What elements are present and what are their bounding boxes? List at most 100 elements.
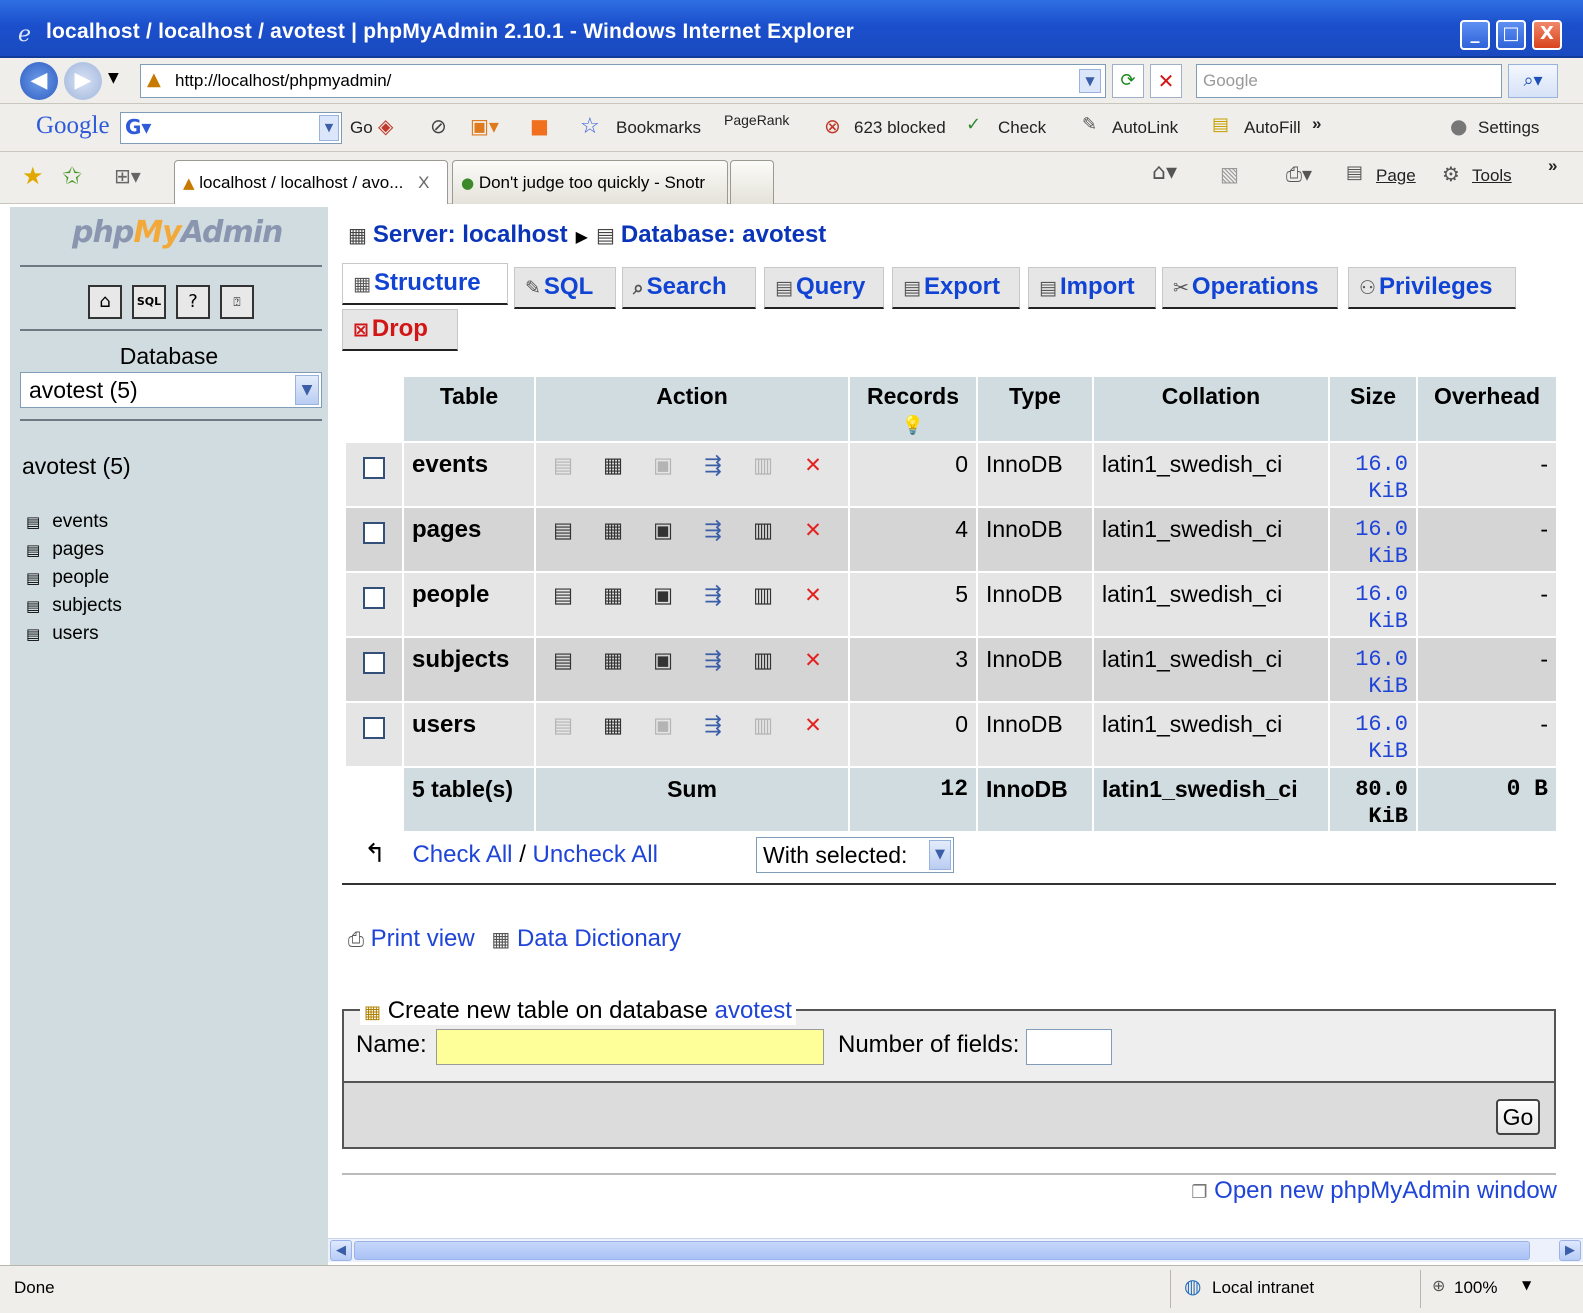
sidebar-item-people[interactable]: ▤ people [26, 567, 109, 589]
forward-button[interactable]: ▶ [64, 62, 102, 100]
popup-icon[interactable]: ▣▾ [470, 114, 499, 138]
minimize-button[interactable]: _ [1460, 20, 1490, 50]
new-tab-button[interactable] [730, 160, 774, 204]
empty-icon[interactable]: ▥ [743, 648, 783, 672]
horizontal-scrollbar[interactable]: ◀ ▶ [328, 1238, 1583, 1262]
row-checkbox[interactable] [363, 587, 385, 609]
blogger-icon[interactable]: ■ [530, 114, 549, 138]
size-link[interactable]: 16.0 KiB [1330, 443, 1416, 506]
table-name-link[interactable]: people [404, 573, 534, 636]
stop-icon[interactable]: ✕ [1150, 64, 1182, 98]
row-checkbox[interactable] [363, 457, 385, 479]
pagerank-label[interactable]: PageRank [724, 112, 789, 128]
structure-icon[interactable]: ▦ [593, 583, 633, 607]
breadcrumb-database[interactable]: Database: avotest [621, 221, 826, 248]
scroll-right-icon[interactable]: ▶ [1559, 1240, 1581, 1261]
drop-icon[interactable]: ✕ [793, 648, 833, 672]
zoom-level[interactable]: 100% [1454, 1278, 1497, 1298]
refresh-icon[interactable]: ⟳ [1112, 64, 1144, 98]
number-of-fields-input[interactable] [1026, 1029, 1112, 1065]
table-icon[interactable]: ▤ [26, 513, 40, 531]
maximize-button[interactable]: □ [1496, 20, 1526, 50]
structure-icon[interactable]: ▦ [593, 648, 633, 672]
with-selected-select[interactable]: With selected: ▼ [756, 837, 954, 873]
browse-icon[interactable]: ▤ [543, 453, 583, 477]
browser-tab-pma[interactable]: ▲ localhost / localhost / avo... X [174, 160, 448, 204]
news-icon[interactable]: ◈ [378, 114, 393, 138]
sql-docs-icon[interactable]: ⍰ [220, 285, 254, 319]
row-checkbox[interactable] [363, 652, 385, 674]
tab-operations[interactable]: ✂ Operations [1162, 267, 1338, 309]
docs-icon[interactable]: ? [176, 285, 210, 319]
quick-tabs-icon[interactable]: ⊞▾ [114, 164, 141, 188]
database-heading[interactable]: avotest (5) [22, 453, 131, 480]
table-icon[interactable]: ▤ [26, 625, 40, 643]
browse-icon[interactable]: ▤ [543, 713, 583, 737]
structure-icon[interactable]: ▦ [593, 453, 633, 477]
sidebar-item-subjects[interactable]: ▤ subjects [26, 595, 122, 617]
tab-structure[interactable]: ▦ Structure [342, 263, 508, 305]
table-icon[interactable]: ▤ [26, 541, 40, 559]
sidebar-item-events[interactable]: ▤ events [26, 511, 108, 533]
row-checkbox[interactable] [363, 522, 385, 544]
open-new-window-link[interactable]: Open new phpMyAdmin window [1214, 1177, 1557, 1204]
insert-icon[interactable]: ⇶ [693, 713, 733, 737]
table-name-input[interactable] [436, 1029, 824, 1065]
scrollbar-thumb[interactable] [354, 1241, 1530, 1260]
sidebar-item-label[interactable]: pages [52, 539, 104, 560]
tab-export[interactable]: ▤ Export [892, 267, 1020, 309]
address-field[interactable]: ▲ http://localhost/phpmyadmin/ ▼ [140, 64, 1106, 98]
home-icon[interactable]: ⌂▾ [1152, 160, 1177, 185]
compass-icon[interactable]: ⊘ [430, 114, 447, 138]
history-dropdown-icon[interactable]: ▼ [108, 70, 119, 86]
sidebar-item-label[interactable]: subjects [52, 595, 122, 616]
create-table-db-link[interactable]: avotest [715, 997, 792, 1024]
print-view-link[interactable]: Print view [371, 925, 475, 952]
toolbar-overflow-icon[interactable]: » [1312, 114, 1321, 134]
home-icon[interactable]: ⌂ [88, 285, 122, 319]
address-dropdown-icon[interactable]: ▼ [1079, 69, 1101, 93]
size-link[interactable]: 16.0 KiB [1330, 508, 1416, 571]
table-icon[interactable]: ▤ [26, 569, 40, 587]
commandbar-overflow-icon[interactable]: » [1548, 156, 1557, 176]
browser-tab-snotr[interactable]: ● Don't judge too quickly - Snotr [452, 160, 728, 204]
bookmarks-button[interactable]: Bookmarks [616, 118, 701, 138]
tab-search[interactable]: ⌕ Search [622, 267, 756, 309]
tab-drop[interactable]: ⊠ Drop [342, 309, 458, 351]
drop-icon[interactable]: ✕ [793, 453, 833, 477]
empty-icon[interactable]: ▥ [743, 453, 783, 477]
scroll-left-icon[interactable]: ◀ [330, 1240, 352, 1261]
go-button[interactable]: Go [1496, 1099, 1540, 1135]
sidebar-item-label[interactable]: people [52, 567, 109, 588]
google-search-field[interactable]: G▾ ▼ [120, 112, 342, 144]
feeds-icon[interactable]: ▧ [1220, 162, 1239, 186]
empty-icon[interactable]: ▥ [743, 583, 783, 607]
google-dropdown-icon[interactable]: ▼ [319, 115, 339, 141]
tab-query[interactable]: ▤ Query [764, 267, 884, 309]
structure-icon[interactable]: ▦ [593, 518, 633, 542]
chevron-down-icon[interactable]: ▼ [295, 375, 319, 405]
drop-icon[interactable]: ✕ [793, 713, 833, 737]
search-icon[interactable]: ⌕▾ [1508, 64, 1558, 98]
table-name-link[interactable]: users [404, 703, 534, 766]
tab-close-icon[interactable]: X [418, 173, 429, 192]
breadcrumb-server[interactable]: Server: localhost [373, 221, 568, 248]
close-button[interactable]: X [1532, 20, 1562, 50]
search-icon[interactable]: ▣ [643, 583, 683, 607]
favorites-star-icon[interactable]: ★ [22, 162, 44, 190]
tools-menu[interactable]: Tools [1472, 166, 1512, 186]
size-link[interactable]: 16.0 KiB [1330, 703, 1416, 766]
google-go-button[interactable]: Go [350, 118, 373, 138]
search-icon[interactable]: ▣ [643, 648, 683, 672]
popup-blocked-count[interactable]: 623 blocked [854, 118, 946, 138]
zoom-dropdown-icon[interactable]: ▼ [1522, 1278, 1531, 1292]
autofill-button[interactable]: AutoFill [1244, 118, 1301, 138]
table-name-link[interactable]: pages [404, 508, 534, 571]
insert-icon[interactable]: ⇶ [693, 648, 733, 672]
tab-privileges[interactable]: ⚇ Privileges [1348, 267, 1516, 309]
table-name-link[interactable]: subjects [404, 638, 534, 701]
size-link[interactable]: 16.0 KiB [1330, 638, 1416, 701]
pma-logo[interactable]: phpMyAdmin [72, 215, 283, 250]
search-input[interactable]: Google [1196, 64, 1502, 98]
insert-icon[interactable]: ⇶ [693, 453, 733, 477]
